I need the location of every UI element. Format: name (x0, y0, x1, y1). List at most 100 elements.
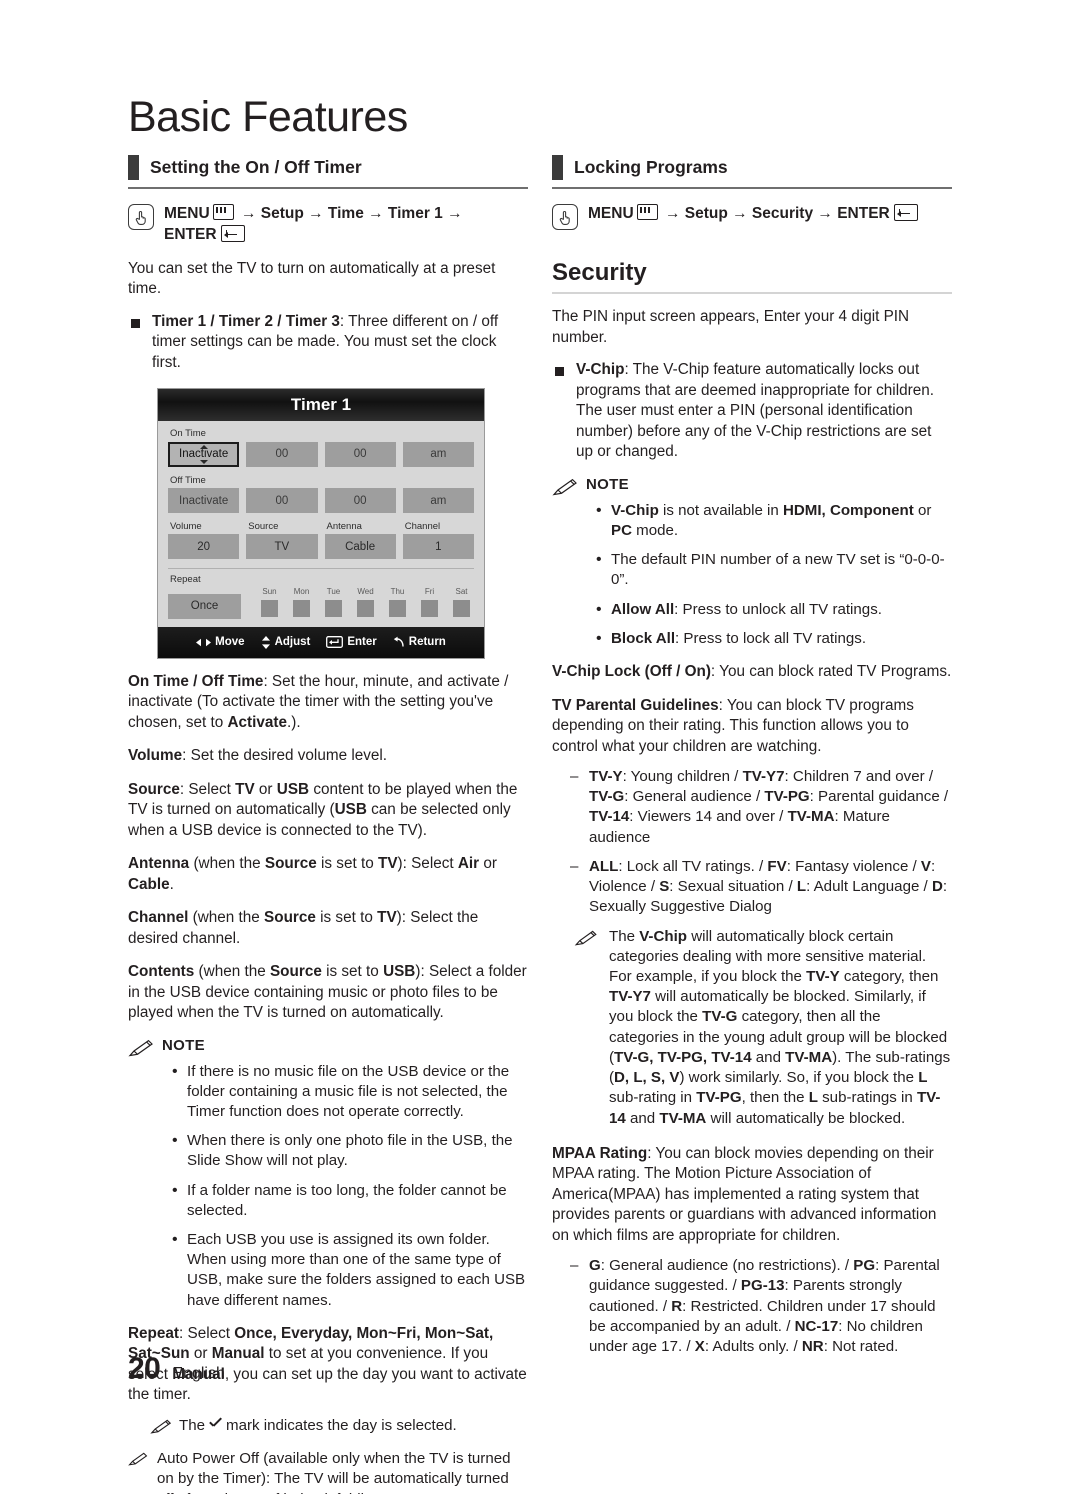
day-checkbox[interactable] (325, 599, 342, 617)
day-checkbox[interactable] (453, 599, 470, 617)
osd-day-sat[interactable]: Sat (451, 587, 472, 617)
osd-on-time-ampm[interactable]: am (402, 441, 474, 467)
menu-path-security: MENU → Setup → Security → ENTER (552, 203, 952, 230)
osd-day-mon[interactable]: Mon (291, 587, 312, 617)
def-channel: Channel (when the Source is set to TV): … (128, 909, 479, 947)
osd-source-label: Source (248, 521, 279, 533)
osd-off-time-activate[interactable]: Inactivate (168, 488, 240, 514)
menu-icon (636, 204, 658, 220)
osd-day-wed[interactable]: Wed (355, 587, 376, 617)
osd-field-labels: Volume Source Antenna Channel (168, 521, 474, 534)
osd-on-time-minute[interactable]: 00 (324, 441, 396, 467)
heading-rule (552, 292, 952, 295)
list-item: TV-Y: Young children / TV-Y7: Children 7… (570, 767, 952, 848)
osd-day-sun[interactable]: Sun (259, 587, 280, 617)
osd-key-return[interactable]: Return (393, 636, 446, 648)
menu-icon (212, 204, 234, 220)
osd-off-time-row: Inactivate 00 00 am (168, 488, 474, 514)
enter-key-icon (220, 225, 245, 243)
section-tab-marker (128, 155, 139, 180)
hand-press-icon (128, 204, 154, 230)
osd-footer-keys: Move Adjust Enter Return (158, 626, 484, 658)
day-checkbox[interactable] (389, 599, 406, 617)
pencil-note-icon (128, 1452, 150, 1467)
page-number: 20 (128, 1352, 161, 1385)
osd-channel-label: Channel (404, 521, 441, 533)
menu-label: MENU (588, 205, 634, 222)
def-contents: Contents (when the Source is set to USB)… (128, 963, 527, 1022)
down-arrow-icon (199, 459, 208, 464)
osd-day-thu[interactable]: Thu (387, 587, 408, 617)
list-item: ALL: Lock all TV ratings. / FV: Fantasy … (570, 857, 952, 918)
timer-bullet: Timer 1 / Timer 2 / Timer 3: Three diffe… (128, 312, 528, 373)
osd-on-time-row: Inactivate 00 00 am (168, 441, 474, 467)
day-checkbox[interactable] (421, 599, 438, 617)
osd-key-adjust[interactable]: Adjust (261, 635, 310, 649)
square-bullet-icon (555, 367, 564, 377)
osd-on-time-activate[interactable]: Inactivate (168, 441, 240, 467)
list-item: Block All: Press to lock all TV ratings. (596, 628, 952, 650)
day-checkbox[interactable] (357, 599, 374, 617)
osd-antenna-value[interactable]: Cable (324, 534, 396, 560)
osd-day-tue[interactable]: Tue (323, 587, 344, 617)
osd-on-time-label: On Time (170, 428, 206, 440)
menu-path-mid: → Setup → Security → (660, 205, 838, 222)
note-list-left: If there is no music file on the USB dev… (128, 1061, 528, 1311)
osd-off-time-ampm[interactable]: am (402, 488, 474, 514)
pencil-note-icon (150, 1419, 172, 1434)
list-item: If a folder name is too long, the folder… (172, 1180, 528, 1221)
osd-source-value[interactable]: TV (246, 534, 318, 560)
page-title: Basic Features (128, 93, 408, 141)
list-item: G: General audience (no restrictions). /… (570, 1256, 952, 1357)
vchip-block-note: The V-Chip will automatically block cert… (574, 927, 952, 1129)
menu-path-text: MENU → Setup → Security → ENTER (588, 203, 918, 224)
section-title: Locking Programs (574, 157, 728, 177)
osd-key-move[interactable]: Move (196, 636, 245, 648)
section-tab-marker (552, 155, 563, 180)
section-header-timer: Setting the On / Off Timer (128, 155, 528, 189)
day-checkbox[interactable] (261, 599, 278, 617)
right-column: Locking Programs MENU → Setup → Security… (552, 155, 952, 1357)
osd-off-time-hour[interactable]: 00 (246, 488, 318, 514)
timer-bullet-label: Timer 1 / Timer 2 / Timer 3 (152, 312, 340, 330)
vchip-bullet: V-Chip: The V-Chip feature automatically… (552, 360, 952, 462)
note-list-right: V-Chip is not available in HDMI, Compone… (552, 500, 952, 650)
osd-repeat-value[interactable]: Once (168, 593, 241, 619)
auto-power-off-note: Auto Power Off (available only when the … (128, 1449, 528, 1494)
note-heading-left: NOTE (128, 1037, 528, 1057)
osd-off-time-minute[interactable]: 00 (324, 488, 396, 514)
note-label: NOTE (586, 475, 629, 493)
security-heading-block: Security (552, 259, 952, 295)
pencil-note-icon (128, 1039, 154, 1057)
pin-intro: The PIN input screen appears, Enter your… (552, 308, 910, 346)
square-bullet-icon (131, 318, 140, 328)
osd-volume-value[interactable]: 20 (168, 534, 240, 560)
def-mpaa-rating: MPAA Rating: You can block movies depend… (552, 1144, 937, 1244)
day-checkbox[interactable] (293, 599, 310, 617)
section-title: Setting the On / Off Timer (150, 157, 362, 177)
pencil-note-icon (552, 478, 578, 496)
osd-body: On Time Inactivate 00 00 am Off Time Ina… (158, 421, 484, 627)
osd-channel-value[interactable]: 1 (402, 534, 474, 560)
check-mark-note: The mark indicates the day is selected. (150, 1416, 528, 1436)
osd-day-checkboxes: Sun Mon Tue Wed Thu Fri Sat (259, 587, 472, 619)
osd-key-enter[interactable]: Enter (326, 636, 377, 648)
osd-repeat-row: Once Sun Mon Tue Wed Thu Fri Sat (168, 587, 474, 619)
intro-paragraph: You can set the TV to turn on automatica… (128, 259, 496, 298)
osd-field-values: 20 TV Cable 1 (168, 534, 474, 560)
enter-label: ENTER (164, 226, 217, 244)
osd-on-time-hour[interactable]: 00 (246, 441, 318, 467)
list-item: Each USB you use is assigned its own fol… (172, 1229, 528, 1311)
timer-osd-screenshot: Timer 1 On Time Inactivate 00 00 am Off … (157, 388, 485, 659)
menu-path-mid: → Setup → Time → Timer 1 → (236, 205, 463, 222)
def-tv-parental-guidelines: TV Parental Guidelines: You can block TV… (552, 696, 914, 755)
def-volume: Volume: Set the desired volume level. (128, 747, 388, 765)
list-item: If there is no music file on the USB dev… (172, 1061, 528, 1123)
osd-repeat-label: Repeat (170, 574, 201, 586)
osd-day-fri[interactable]: Fri (419, 587, 440, 617)
note-heading-right: NOTE (552, 476, 952, 496)
page-footer: 20 English (128, 1352, 225, 1386)
def-antenna: Antenna (when the Source is set to TV): … (128, 855, 497, 893)
osd-divider (168, 568, 474, 570)
def-source: Source: Select TV or USB content to be p… (128, 780, 518, 839)
